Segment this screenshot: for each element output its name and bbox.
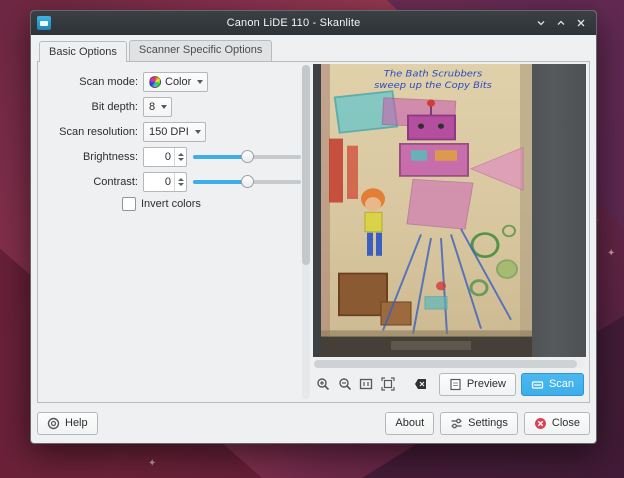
skanlite-icon: [37, 16, 51, 30]
scan-mode-value: Color: [165, 76, 191, 88]
zoom-fit-button[interactable]: [380, 376, 397, 393]
invert-colors-checkbox[interactable]: [122, 197, 136, 211]
window-title: Canon LiDE 110 - Skanlite: [57, 17, 530, 29]
bit-depth-value: 8: [149, 101, 155, 113]
dialog-button-row: Help About Settings: [37, 403, 590, 437]
scrollbar-thumb[interactable]: [314, 360, 577, 368]
clear-selections-icon: [414, 377, 428, 391]
close-window-button[interactable]: [572, 14, 590, 32]
scan-mode-dropdown[interactable]: Color: [143, 72, 208, 92]
scanned-image[interactable]: The Bath Scrubbers sweep up the Copy Bit…: [321, 64, 532, 357]
help-icon: [47, 417, 60, 430]
help-button[interactable]: Help: [37, 412, 98, 435]
brightness-label: Brightness:: [46, 151, 138, 163]
settings-button-label: Settings: [468, 417, 508, 429]
help-button-label: Help: [65, 417, 88, 429]
close-button[interactable]: Close: [524, 412, 590, 435]
contrast-label: Contrast:: [46, 176, 138, 188]
scanner-icon: [531, 378, 544, 391]
slider-fill: [193, 155, 247, 159]
drawing-caption-line1: The Bath Scrubbers: [384, 69, 483, 79]
preview-horizontal-scrollbar[interactable]: [314, 360, 585, 368]
close-button-label: Close: [552, 417, 580, 429]
scan-mode-label: Scan mode:: [46, 76, 138, 88]
chevron-up-icon: [556, 18, 566, 28]
preview-toolbar: Preview Scan: [313, 371, 586, 400]
tab-scanner-specific-options[interactable]: Scanner Specific Options: [129, 40, 273, 61]
slider-handle[interactable]: [241, 150, 254, 163]
chevron-down-icon: [195, 130, 201, 134]
brightness-slider[interactable]: [193, 150, 301, 164]
preview-empty-area[interactable]: [532, 64, 586, 357]
color-wheel-icon: [149, 76, 161, 88]
bit-depth-label: Bit depth:: [46, 101, 138, 113]
scrollbar-thumb[interactable]: [302, 65, 310, 265]
spinbox-arrows-icon[interactable]: [174, 173, 186, 191]
options-vertical-scrollbar[interactable]: [302, 65, 310, 399]
zoom-original-button[interactable]: [358, 376, 375, 393]
spinbox-arrows-icon[interactable]: [174, 148, 186, 166]
document-preview-icon: [449, 378, 462, 391]
brightness-spinbox[interactable]: 0: [143, 147, 187, 167]
maximize-button[interactable]: [552, 14, 570, 32]
preview-viewport[interactable]: The Bath Scrubbers sweep up the Copy Bit…: [313, 64, 586, 357]
preview-button[interactable]: Preview: [439, 373, 516, 396]
titlebar[interactable]: Canon LiDE 110 - Skanlite: [31, 11, 596, 35]
skanlite-window: Canon LiDE 110 - Skanlite Basic Options …: [30, 10, 597, 444]
slider-fill: [193, 180, 247, 184]
about-button[interactable]: About: [385, 412, 434, 435]
contrast-value: 0: [144, 173, 174, 191]
chevron-down-icon: [536, 18, 546, 28]
scan-button[interactable]: Scan: [521, 373, 584, 396]
tab-frame: Scan mode: Color Bit depth: 8: [37, 61, 590, 403]
scan-resolution-label: Scan resolution:: [46, 126, 138, 138]
basic-options-panel: Scan mode: Color Bit depth: 8: [38, 62, 302, 402]
close-icon: [576, 18, 586, 28]
wallpaper-star-icon: ✦: [148, 458, 156, 469]
preview-button-label: Preview: [467, 378, 506, 390]
zoom-fit-icon: [381, 377, 395, 391]
preview-panel: The Bath Scrubbers sweep up the Copy Bit…: [313, 62, 589, 402]
invert-colors-label: Invert colors: [141, 198, 201, 210]
contrast-slider[interactable]: [193, 175, 301, 189]
settings-sliders-icon: [450, 417, 463, 430]
brightness-value: 0: [144, 148, 174, 166]
desktop: ✦ ✦ Canon LiDE 110 - Skanlite Basic Opti…: [0, 0, 624, 478]
tab-basic-options[interactable]: Basic Options: [39, 41, 127, 62]
minimize-button[interactable]: [532, 14, 550, 32]
settings-button[interactable]: Settings: [440, 412, 518, 435]
about-button-label: About: [395, 417, 424, 429]
drawing-caption-line2: sweep up the Copy Bits: [374, 80, 492, 90]
chevron-down-icon: [161, 105, 167, 109]
bit-depth-dropdown[interactable]: 8: [143, 97, 172, 117]
slider-handle[interactable]: [241, 175, 254, 188]
scan-resolution-value: 150 DPI: [149, 126, 189, 138]
tab-bar: Basic Options Scanner Specific Options: [39, 40, 590, 61]
zoom-original-icon: [359, 377, 373, 391]
zoom-in-button[interactable]: [315, 376, 332, 393]
scan-button-label: Scan: [549, 378, 574, 390]
zoom-out-icon: [338, 377, 352, 391]
chevron-down-icon: [197, 80, 203, 84]
close-red-icon: [534, 417, 547, 430]
zoom-in-icon: [316, 377, 330, 391]
scan-bed-shadow: [313, 64, 321, 357]
wallpaper-star-icon: ✦: [607, 248, 615, 259]
window-content: Basic Options Scanner Specific Options S…: [31, 35, 596, 443]
clear-selections-button[interactable]: [412, 376, 429, 393]
zoom-out-button[interactable]: [337, 376, 354, 393]
scan-resolution-dropdown[interactable]: 150 DPI: [143, 122, 206, 142]
contrast-spinbox[interactable]: 0: [143, 172, 187, 192]
